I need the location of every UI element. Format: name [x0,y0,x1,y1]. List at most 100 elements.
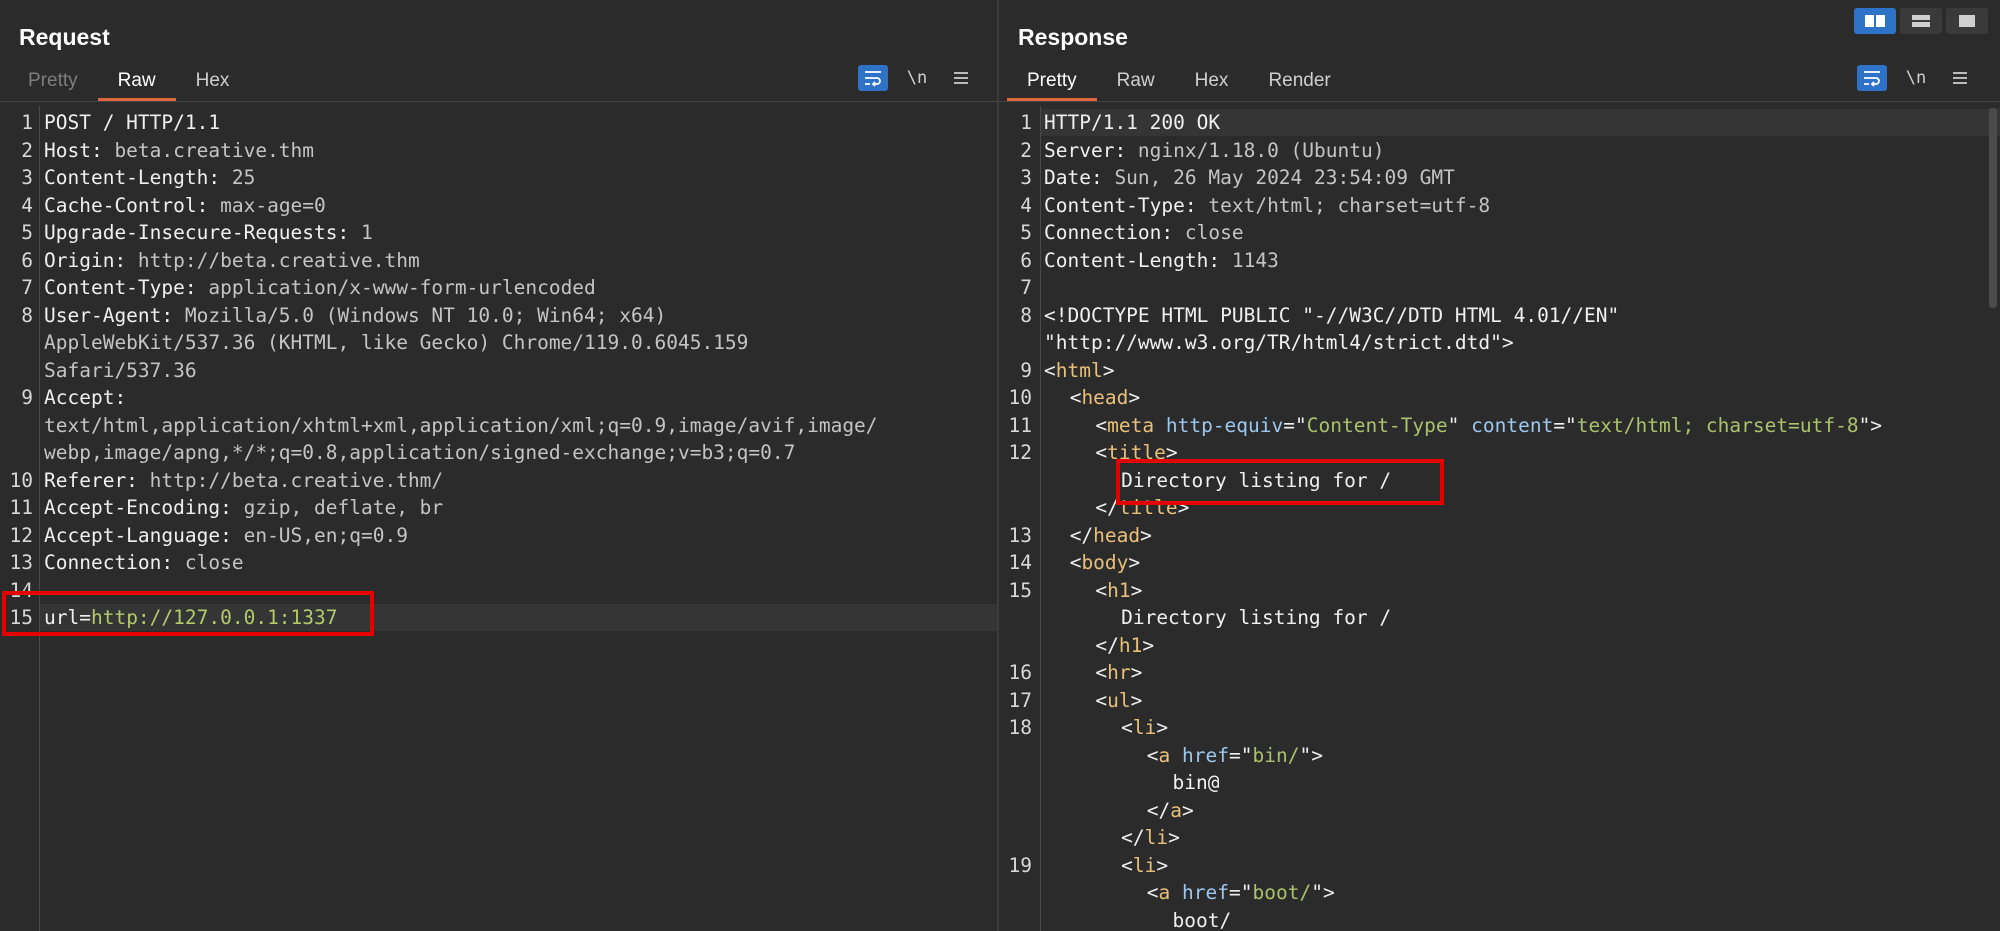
token-k: Date: [1044,166,1103,189]
response-editor[interactable]: 1 HTTP/1.1 200 OK 2 Server: nginx/1.18.0 (U… [999,106,2000,931]
response-tabs: Pretty Raw Hex Render [1007,66,1351,101]
header-name: Referer: [44,468,138,492]
newline-toggle[interactable]: \n [1901,65,1931,91]
tab-request-raw[interactable]: Raw [97,66,176,101]
token-k: </ [1069,523,1094,547]
token-attr: href [1182,743,1230,767]
line-number: 9 [21,386,33,409]
token-str: bin/ [1252,743,1300,767]
token-attr: content [1471,413,1554,437]
header-value: AppleWebKit/537.36 (KHTML, like Gecko) C… [44,331,749,354]
code-line: bin@ [999,769,2000,796]
line-text: Server: nginx/1.18.0 (Ubuntu) [1044,137,1384,164]
split-vertical-icon[interactable] [1900,8,1942,34]
token-k: > [1130,578,1143,602]
line-number: 9 [1020,358,1032,382]
line-text: Accept: [44,384,126,411]
response-scrollbar-thumb[interactable] [1989,108,1997,308]
token-tag: li [1132,853,1157,877]
line-text: Content-Length: 1143 [1044,247,1279,274]
line-text: <html> [1044,357,1114,384]
header-name: Content-Type: [44,276,197,299]
highlight-box-title [1116,459,1444,505]
header-value: http://beta.creative.thm/ [137,468,444,492]
header-value: webp,image/apng,*/*;q=0.8,application/si… [44,441,796,464]
header-value: application/x-www-form-urlencoded [196,276,596,299]
token-tag: head [1093,523,1141,547]
code-line: 12 Accept-Language: en-US,en;q=0.9 [0,522,997,549]
line-number: 1 [1020,111,1032,134]
request-editor[interactable]: 1 POST / HTTP/1.1 2 Host: beta.creative.thm… [0,106,997,931]
wrap-lines-icon[interactable] [1857,65,1887,91]
response-toolbar: \n [1857,65,1975,91]
header-name: Origin: [44,248,127,272]
code-line: 11 Accept-Encoding: gzip, deflate, br [0,494,997,521]
code-line: 6 Content-Length: 1143 [999,247,2000,274]
header-value: http://beta.creative.thm [126,248,420,272]
response-pane: Response Pretty Raw Hex Render \n 1 HTTP/1.1… [999,0,2000,931]
tab-response-render[interactable]: Render [1248,66,1350,98]
hamburger-menu-icon[interactable] [1945,65,1975,91]
header-value: text/html,application/xhtml+xml,applicat… [44,413,878,437]
token-tag: h1 [1118,633,1143,657]
code-line: 1 POST / HTTP/1.1 [0,109,997,136]
code-line: 2 Server: nginx/1.18.0 (Ubuntu) [999,137,2000,164]
line-text: Origin: http://beta.creative.thm [44,247,420,274]
hamburger-menu-icon[interactable] [946,65,976,91]
code-line: 4 Content-Type: text/html; charset=utf-8 [999,192,2000,219]
code-line: 7 Content-Type: application/x-www-form-ur… [0,274,997,301]
tab-response-pretty[interactable]: Pretty [1007,66,1097,101]
code-line: "http://www.w3.org/TR/html4/strict.dtd"> [999,329,2000,356]
token-v: close [1173,221,1244,244]
header-name: Cache-Control: [44,193,209,217]
header-value: Mozilla/5.0 (Windows NT 10.0; Win64; x64… [173,303,667,327]
line-number: 4 [1020,193,1032,217]
line-number: 19 [1008,853,1032,877]
token-tag: head [1081,386,1129,409]
code-line: AppleWebKit/537.36 (KHTML, like Gecko) C… [0,329,997,356]
code-line: boot/ [999,907,2000,931]
request-toolbar: \n [858,65,976,91]
token-k: > [1156,853,1169,877]
tab-request-pretty[interactable]: Pretty [8,66,98,98]
code-line: 9 Accept: [0,384,997,411]
token-k: < [1044,358,1056,382]
token-k: < [1095,661,1108,684]
tab-request-hex[interactable]: Hex [176,66,250,98]
token-k: "http://www.w3.org/TR/html4/strict.dtd"> [1044,331,1514,354]
token-k: > [1102,358,1115,382]
header-value: en-US,en;q=0.9 [231,523,408,547]
token-k: "> [1858,413,1883,437]
line-number: 5 [21,221,33,244]
line-text: </a> [1147,797,1194,824]
token-k: Connection: [1044,221,1174,244]
tab-response-hex[interactable]: Hex [1175,66,1249,98]
token-k: < [1069,551,1082,574]
split-horizontal-icon[interactable] [1854,8,1896,34]
line-text: Connection: close [44,549,244,576]
line-text: Cache-Control: max-age=0 [44,192,326,219]
token-k: =" [1283,413,1307,437]
token-k: Content-Type: [1044,193,1197,217]
line-number: 3 [21,166,33,189]
line-number: 10 [9,468,33,492]
code-line: 7 [999,274,2000,301]
token-k: < [1095,441,1108,464]
token-k: > [1128,551,1141,574]
single-pane-icon[interactable] [1946,8,1988,34]
token-k [1154,414,1166,437]
wrap-lines-icon[interactable] [858,65,888,91]
token-k: =" [1229,743,1253,767]
tab-response-raw[interactable]: Raw [1097,66,1175,98]
line-text: <h1> [1095,577,1142,604]
response-scrollbar[interactable] [1986,106,2000,931]
line-text: User-Agent: Mozilla/5.0 (Windows NT 10.0… [44,302,666,329]
newline-toggle[interactable]: \n [902,65,932,91]
token-v: Sun, 26 May 2024 23:54:09 GMT [1102,166,1455,189]
token-attr: href [1182,881,1230,904]
line-number: 8 [1020,303,1032,327]
line-text: POST / HTTP/1.1 [44,109,220,136]
line-number: 5 [1020,221,1032,244]
token-k: </ [1095,633,1119,657]
token-tag: a [1158,743,1171,767]
